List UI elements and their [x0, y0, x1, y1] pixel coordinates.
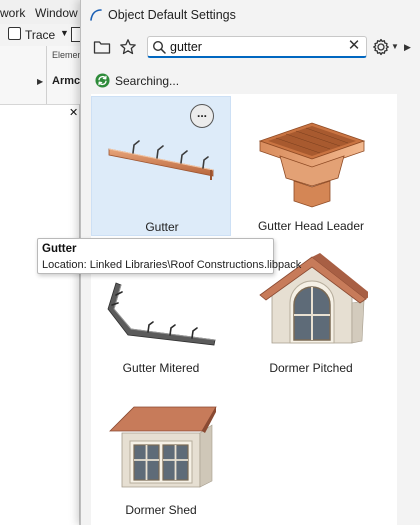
close-icon[interactable]: ✕ — [69, 106, 78, 119]
tooltip: Gutter Location: Linked Libraries\Roof C… — [37, 238, 301, 274]
menu-item-window[interactable]: Window — [35, 6, 78, 20]
dormer-shed-image — [109, 406, 217, 488]
collapse-panel-icon[interactable]: ▶ — [404, 42, 411, 53]
more-options-button[interactable]: ... — [190, 104, 214, 128]
element-label: Elemen — [52, 50, 83, 60]
search-input[interactable] — [170, 38, 340, 55]
results-grid: Gutter ... Gutter Head Leader Gutter Mit… — [91, 94, 397, 525]
result-label: Dormer Shed — [125, 503, 197, 517]
trace-dropdown-caret-icon[interactable]: ▼ — [60, 28, 69, 38]
expand-arrow-icon[interactable]: ▶ — [37, 77, 43, 86]
background-menubar: work Window — [0, 0, 90, 25]
status-text: Searching... — [115, 74, 180, 88]
result-label: Gutter Mitered — [122, 361, 200, 375]
tooltip-title: Gutter — [42, 243, 77, 255]
star-icon — [120, 39, 136, 55]
result-label: Dormer Pitched — [269, 361, 353, 375]
search-icon — [152, 40, 166, 54]
result-tile-gutter[interactable]: Gutter ... — [91, 96, 231, 236]
trace-label[interactable]: Trace — [25, 28, 55, 42]
folder-icon — [93, 41, 111, 54]
result-label: Gutter — [145, 220, 179, 234]
background-toolbar: Trace ▼ — [0, 24, 90, 47]
search-toolbar: ✕ ▼ ▶ — [81, 34, 420, 62]
tooltip-location: Location: Linked Libraries\Roof Construc… — [42, 259, 302, 271]
folder-button[interactable] — [89, 34, 115, 60]
result-label: Gutter Head Leader — [257, 219, 365, 233]
element-value: Armc — [52, 75, 81, 87]
app-logo-icon — [90, 9, 102, 21]
window-title: Object Default Settings — [108, 8, 236, 22]
menu-item-network[interactable]: work — [0, 6, 25, 20]
search-box[interactable]: ✕ — [147, 36, 367, 58]
favorites-button[interactable] — [115, 34, 141, 60]
panel-divider — [46, 46, 47, 104]
settings-caret-icon[interactable]: ▼ — [391, 42, 399, 51]
result-tile-dormer-shed[interactable]: Dormer Shed — [91, 380, 231, 520]
title-bar[interactable]: Object Default Settings — [81, 0, 420, 30]
trace-checkbox[interactable] — [8, 27, 21, 40]
result-tile-gutter-head-leader[interactable]: Gutter Head Leader — [241, 96, 381, 236]
background-info-panel: Elemen ▶ Armc — [0, 46, 90, 105]
refresh-icon — [95, 73, 110, 88]
vertical-scrollbar[interactable] — [399, 94, 405, 525]
gear-icon[interactable] — [371, 37, 391, 57]
clear-search-button[interactable]: ✕ — [346, 38, 362, 54]
gutter-head-leader-image — [258, 122, 366, 208]
